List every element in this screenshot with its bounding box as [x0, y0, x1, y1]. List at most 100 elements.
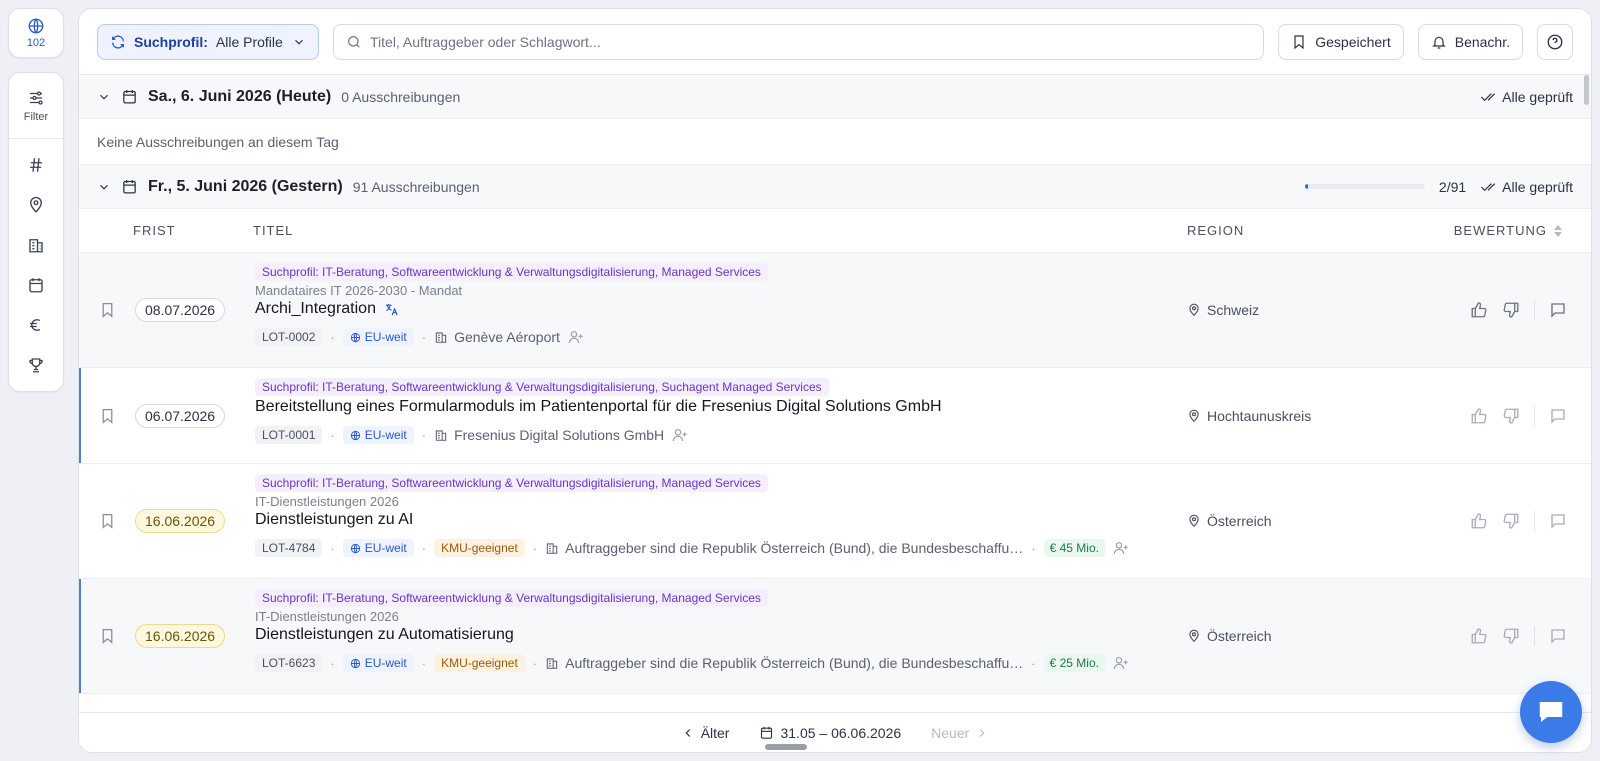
comment-icon[interactable] — [1549, 512, 1567, 530]
help-button[interactable] — [1537, 23, 1573, 60]
rating-actions — [1470, 511, 1567, 531]
search-input[interactable] — [370, 33, 1252, 50]
translate-icon[interactable] — [384, 302, 399, 317]
table-row[interactable]: 16.06.2026 Suchprofil: IT-Beratung, Soft… — [79, 579, 1591, 694]
bookmark-icon[interactable] — [99, 302, 116, 319]
sliders-icon — [30, 90, 43, 105]
region-cell: Hochtaunuskreis — [1187, 408, 1311, 424]
globe-icon — [350, 332, 360, 342]
calendar-filter-button[interactable] — [9, 265, 63, 305]
older-button[interactable]: Älter — [681, 725, 729, 741]
drag-handle[interactable] — [765, 744, 807, 750]
thumbs-down-icon[interactable] — [1502, 627, 1520, 645]
table-header: FRIST TITEL REGION BEWERTUNG — [79, 209, 1591, 253]
chevron-left-icon — [685, 728, 690, 737]
review-progress-bar — [1304, 184, 1425, 189]
thumbs-up-icon[interactable] — [1470, 407, 1488, 425]
globe-counter-button[interactable]: 102 — [8, 8, 64, 58]
deadline-pill: 16.06.2026 — [135, 509, 226, 533]
contracting-authority: Genève Aéroport — [434, 329, 560, 345]
chat-button[interactable] — [1520, 681, 1582, 743]
thumbs-up-icon[interactable] — [1470, 627, 1488, 645]
newer-button[interactable]: Neuer — [931, 725, 989, 741]
rating-actions — [1470, 300, 1567, 320]
assign-user-icon[interactable] — [672, 427, 688, 443]
all-checked-button[interactable]: Alle geprüft — [1480, 179, 1573, 195]
profile-select[interactable]: Suchprofil: Alle Profile — [97, 23, 319, 60]
scope-badge: EU-weit — [342, 539, 414, 557]
saved-button[interactable]: Gespeichert — [1278, 23, 1404, 60]
row-title-text: Archi_Integration — [255, 300, 376, 317]
date-range-button[interactable]: 31.05 – 06.06.2026 — [759, 725, 901, 741]
building-icon — [29, 239, 43, 253]
main-panel: Suchprofil: Alle Profile Gespeichert Ben… — [78, 8, 1592, 753]
rating-actions — [1470, 405, 1567, 426]
table-row[interactable]: 08.07.2026 Suchprofil: IT-Beratung, Soft… — [79, 253, 1591, 368]
column-bewertung[interactable]: BEWERTUNG — [1454, 223, 1563, 238]
row-title[interactable]: Archi_Integration — [255, 300, 1155, 318]
scope-label: EU-weit — [364, 330, 407, 344]
column-region[interactable]: REGION — [1187, 223, 1244, 238]
comment-icon[interactable] — [1549, 407, 1567, 425]
profile-tag: Suchprofil: IT-Beratung, Softwareentwick… — [255, 263, 768, 281]
thumbs-down-icon[interactable] — [1502, 301, 1520, 319]
day-header-yesterday[interactable]: Fr., 5. Juni 2026 (Gestern) 91 Ausschrei… — [79, 165, 1591, 209]
comment-icon[interactable] — [1549, 301, 1567, 319]
thumbs-down-icon[interactable] — [1502, 407, 1520, 425]
filter-button[interactable]: Filter — [9, 73, 63, 139]
all-checked-button[interactable]: Alle geprüft — [1480, 89, 1573, 105]
assign-user-icon[interactable] — [568, 329, 584, 345]
row-title-text: Bereitstellung eines Formularmoduls im P… — [255, 398, 942, 415]
column-frist[interactable]: FRIST — [133, 223, 176, 238]
building-filter-button[interactable] — [9, 225, 63, 265]
comment-icon[interactable] — [1549, 627, 1567, 645]
globe-count: 102 — [26, 37, 46, 49]
authority-name: Auftraggeber sind die Republik Österreic… — [565, 540, 1024, 556]
scope-label: EU-weit — [364, 541, 407, 555]
chevron-right-icon — [980, 728, 985, 737]
chat-bubble-icon — [1539, 702, 1563, 722]
bookmark-icon[interactable] — [99, 513, 116, 530]
all-checked-label: Alle geprüft — [1502, 88, 1573, 105]
hash-filter-button[interactable] — [9, 145, 63, 185]
thumbs-up-icon[interactable] — [1470, 512, 1488, 530]
location-filter-button[interactable] — [9, 185, 63, 225]
table-row[interactable]: 16.06.2026 Suchprofil: IT-Beratung, Soft… — [79, 464, 1591, 579]
scrollbar-thumb[interactable] — [1584, 75, 1589, 105]
calendar-icon — [29, 278, 43, 293]
assign-user-icon[interactable] — [1113, 655, 1129, 671]
globe-icon — [28, 18, 44, 34]
trophy-filter-button[interactable] — [9, 345, 63, 385]
day-header-today[interactable]: Sa., 6. Juni 2026 (Heute) 0 Ausschreibun… — [79, 75, 1591, 119]
row-title-text: Dienstleistungen zu Automatisierung — [255, 626, 514, 643]
thumbs-up-icon[interactable] — [1470, 301, 1488, 319]
region-name: Schweiz — [1207, 302, 1260, 318]
region-cell: Österreich — [1187, 513, 1272, 529]
notifications-button[interactable]: Benachr. — [1417, 23, 1523, 60]
row-title[interactable]: Dienstleistungen zu AI — [255, 511, 1155, 529]
location-icon — [1189, 303, 1199, 317]
euro-filter-button[interactable] — [9, 305, 63, 345]
lot-badge: LOT-0002 — [255, 328, 323, 346]
location-icon — [1189, 514, 1199, 528]
scope-label: EU-weit — [364, 428, 407, 442]
row-title[interactable]: Bereitstellung eines Formularmoduls im P… — [255, 398, 1155, 416]
region-cell: Schweiz — [1187, 302, 1259, 318]
filter-rail: Filter — [8, 72, 64, 392]
assign-user-icon[interactable] — [1113, 540, 1129, 556]
bookmark-icon[interactable] — [99, 407, 116, 424]
table-row[interactable]: 06.07.2026 Suchprofil: IT-Beratung, Soft… — [79, 368, 1591, 464]
contracting-authority: Auftraggeber sind die Republik Österreic… — [545, 655, 1023, 671]
authority-name: Auftraggeber sind die Republik Österreic… — [565, 655, 1024, 671]
bookmark-icon[interactable] — [99, 628, 116, 645]
toolbar: Suchprofil: Alle Profile Gespeichert Ben… — [79, 9, 1591, 75]
contracting-authority: Fresenius Digital Solutions GmbH — [434, 427, 664, 443]
empty-day-note: Keine Ausschreibungen an diesem Tag — [79, 119, 1591, 165]
thumbs-down-icon[interactable] — [1502, 512, 1520, 530]
column-bewertung-label: BEWERTUNG — [1453, 223, 1547, 238]
building-icon — [435, 430, 447, 441]
building-icon — [546, 658, 558, 669]
region-name: Hochtaunuskreis — [1207, 407, 1312, 424]
column-titel[interactable]: TITEL — [253, 223, 293, 238]
row-title[interactable]: Dienstleistungen zu Automatisierung — [255, 626, 1155, 644]
